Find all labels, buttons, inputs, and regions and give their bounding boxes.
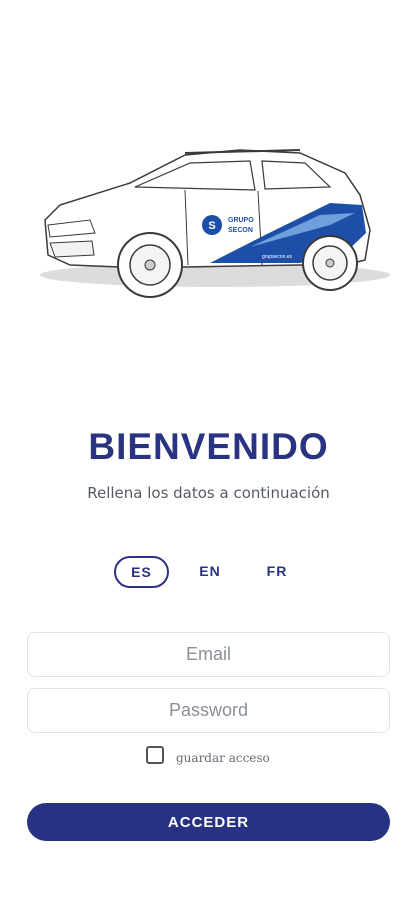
svg-text:S: S <box>208 220 215 232</box>
svg-text:grupsecon.es: grupsecon.es <box>262 254 293 260</box>
svg-text:GRUPO: GRUPO <box>228 217 254 224</box>
submit-button[interactable]: ACCEDER <box>27 803 390 841</box>
language-fr-button[interactable]: FR <box>255 556 299 588</box>
email-field[interactable] <box>27 632 390 677</box>
language-en-button[interactable]: EN <box>188 556 232 588</box>
password-field[interactable] <box>27 688 390 733</box>
language-selector: ES EN FR <box>0 556 417 588</box>
remember-checkbox[interactable] <box>146 746 164 764</box>
svg-text:SECON: SECON <box>228 227 253 234</box>
hero-car-illustration: S GRUPO SECON grupsecon.es <box>0 125 417 325</box>
remember-label: guardar acceso <box>176 751 270 765</box>
remember-access: guardar acceso <box>146 745 270 765</box>
welcome-title: BIENVENIDO <box>88 426 329 467</box>
language-es-button[interactable]: ES <box>114 556 169 588</box>
welcome-subtitle: Rellena los datos a continuación <box>87 484 330 502</box>
